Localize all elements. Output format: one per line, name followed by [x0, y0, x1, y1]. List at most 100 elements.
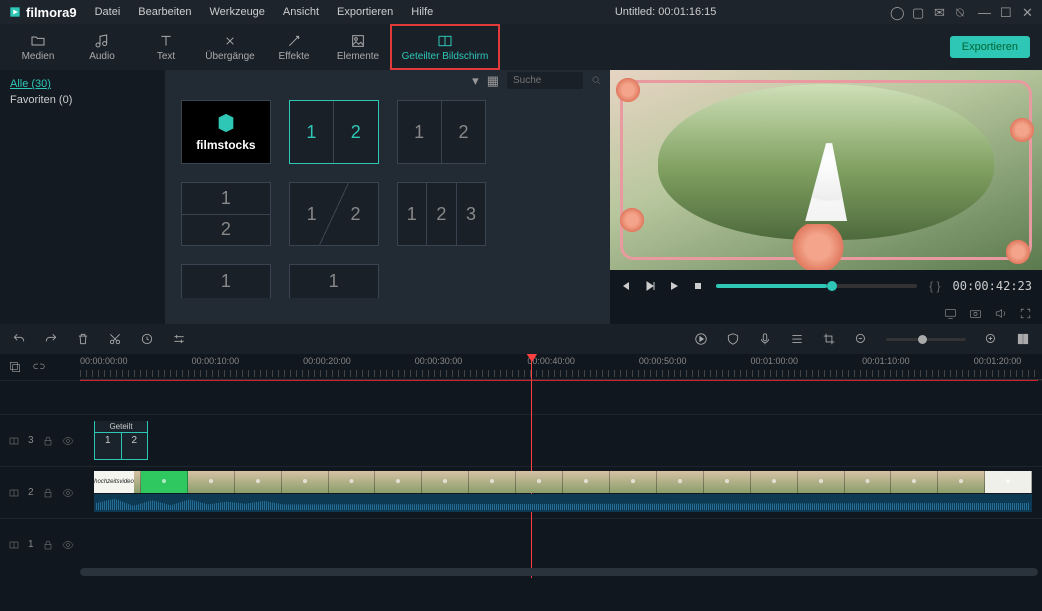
maximize-icon[interactable]: ☐	[1000, 6, 1012, 18]
preview-progress-slider[interactable]	[716, 284, 917, 288]
ruler-tick: 00:01:20:00	[974, 356, 1022, 366]
crop-icon[interactable]	[822, 332, 836, 346]
clip-title-thumb[interactable]: hochzeitsvideo	[94, 471, 134, 493]
mic-icon[interactable]	[758, 332, 772, 346]
window-title: Untitled: 00:01:16:15	[443, 6, 888, 18]
play-pause-icon[interactable]	[644, 280, 656, 292]
split-icon[interactable]	[8, 435, 20, 447]
tab-text[interactable]: Text	[134, 24, 198, 70]
fullscreen-icon[interactable]	[1019, 307, 1032, 320]
split-icon[interactable]	[8, 539, 20, 551]
ruler-tick: 00:00:30:00	[415, 356, 463, 366]
send-to-monitor-icon[interactable]	[944, 307, 957, 320]
tile-diag-1-2[interactable]: 12	[289, 182, 379, 246]
menu-werkzeuge[interactable]: Werkzeuge	[201, 6, 272, 18]
lock-icon[interactable]	[42, 539, 54, 551]
lock-icon[interactable]	[42, 435, 54, 447]
panel-toggle-icon[interactable]	[1016, 332, 1030, 346]
minimize-icon[interactable]: —	[978, 6, 990, 18]
eye-icon[interactable]	[62, 539, 74, 551]
preview-footer	[610, 302, 1042, 324]
export-button[interactable]: Exportieren	[950, 36, 1030, 58]
menu-ansicht[interactable]: Ansicht	[275, 6, 327, 18]
preview-canvas[interactable]	[610, 70, 1042, 270]
grid-view-icon[interactable]: ▦	[487, 74, 499, 87]
shield-icon[interactable]	[726, 332, 740, 346]
menu-exportieren[interactable]: Exportieren	[329, 6, 401, 18]
ruler-tick: 00:00:10:00	[192, 356, 240, 366]
filmstocks-label: filmstocks	[196, 138, 255, 152]
tab-uebergaenge-label: Übergänge	[205, 51, 254, 62]
tile-filmstocks[interactable]: filmstocks	[181, 100, 271, 164]
audio-clip[interactable]	[94, 494, 1032, 512]
menu-datei[interactable]: Datei	[87, 6, 129, 18]
brace-markers[interactable]: { }	[929, 279, 940, 293]
play-circle-icon[interactable]	[694, 332, 708, 346]
cell-3: 3	[457, 183, 486, 245]
tile-stack-1-2[interactable]: 12	[181, 182, 271, 246]
tile-split-1-2-3[interactable]: 123	[397, 182, 487, 246]
search-input[interactable]	[507, 72, 583, 89]
tab-text-label: Text	[157, 51, 175, 62]
mail-icon[interactable]: ✉	[934, 6, 946, 18]
tile-partial-b[interactable]: 1	[289, 264, 379, 298]
tile-partial-a[interactable]: 1	[181, 264, 271, 298]
timeline-actionbar	[0, 324, 1042, 354]
play-icon[interactable]	[668, 280, 680, 292]
tab-uebergaenge[interactable]: Übergänge	[198, 24, 262, 70]
waveform	[96, 496, 1030, 510]
chevron-down-icon[interactable]: ▾	[472, 74, 479, 87]
unlink-icon[interactable]	[32, 360, 46, 374]
tab-geteilter-bildschirm[interactable]: Geteilter Bildschirm	[390, 24, 500, 70]
eye-icon[interactable]	[62, 487, 74, 499]
sliders-icon[interactable]	[172, 332, 186, 346]
cell-1: 1	[182, 265, 270, 298]
app-logo: filmora9	[8, 5, 77, 20]
tab-elemente-label: Elemente	[337, 51, 379, 62]
close-icon[interactable]: ✕	[1022, 6, 1034, 18]
tab-effekte[interactable]: Effekte	[262, 24, 326, 70]
lock-icon[interactable]	[42, 487, 54, 499]
tab-medien[interactable]: Medien	[6, 24, 70, 70]
sidebar-item-favoriten[interactable]: Favoriten (0)	[10, 92, 155, 108]
mic-icon[interactable]: ⍉	[956, 6, 968, 18]
redo-icon[interactable]	[44, 332, 58, 346]
app-name: filmora	[26, 5, 69, 20]
tab-elemente[interactable]: Elemente	[326, 24, 390, 70]
zoom-out-icon[interactable]	[854, 332, 868, 346]
eye-icon[interactable]	[62, 435, 74, 447]
clip-split-screen[interactable]: Geteilt 12	[94, 421, 148, 460]
split-icon[interactable]	[8, 487, 20, 499]
sidebar-item-alle[interactable]: Alle (30)	[10, 76, 155, 92]
zoom-slider[interactable]	[886, 338, 966, 341]
tab-audio[interactable]: Audio	[70, 24, 134, 70]
cut-icon[interactable]	[108, 332, 122, 346]
camera-icon[interactable]	[969, 307, 982, 320]
zoom-in-icon[interactable]	[984, 332, 998, 346]
save-icon[interactable]: ▢	[912, 6, 924, 18]
preview-timecode: 00:00:42:23	[953, 279, 1032, 293]
volume-icon[interactable]	[994, 307, 1007, 320]
menu-bearbeiten[interactable]: Bearbeiten	[130, 6, 199, 18]
user-icon[interactable]: ◯	[890, 6, 902, 18]
flower-icon	[1008, 116, 1036, 144]
preview-panel: { } 00:00:42:23	[610, 70, 1042, 324]
undo-icon[interactable]	[12, 332, 26, 346]
delete-icon[interactable]	[76, 332, 90, 346]
cell-1: 1	[182, 183, 270, 215]
prev-icon[interactable]	[620, 280, 632, 292]
ruler-tick: 00:00:00:00	[80, 356, 128, 366]
timeline-ruler[interactable]: 00:00:00:00 00:00:10:00 00:00:20:00 00:0…	[80, 354, 1042, 380]
copy-icon[interactable]	[8, 360, 22, 374]
tile-split-1-2[interactable]: 12	[397, 100, 487, 164]
video-clip[interactable]	[94, 471, 1032, 493]
timeline-scrollbar[interactable]	[80, 568, 1038, 576]
stack-icon[interactable]	[790, 332, 804, 346]
timeline: 00:00:00:00 00:00:10:00 00:00:20:00 00:0…	[0, 354, 1042, 578]
marker-icon[interactable]	[140, 332, 154, 346]
tile-split-1-2-selected[interactable]: 12	[289, 100, 379, 164]
cell-1: 1	[398, 101, 442, 163]
stop-icon[interactable]	[692, 280, 704, 292]
search-icon[interactable]	[591, 75, 602, 86]
menu-hilfe[interactable]: Hilfe	[403, 6, 441, 18]
